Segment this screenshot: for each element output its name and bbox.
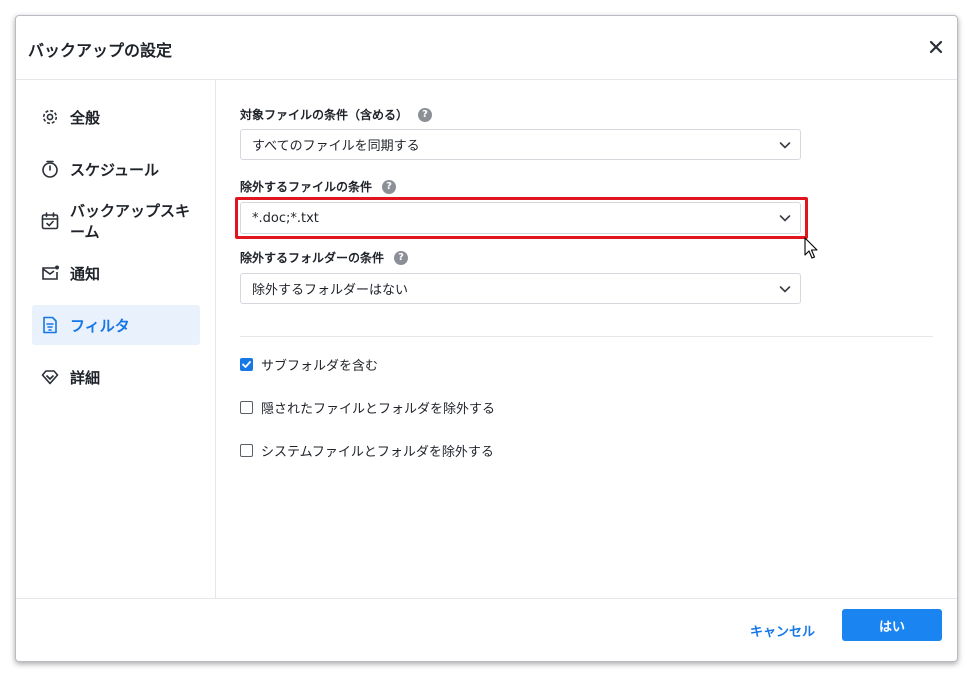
exclude-system-option[interactable]: システムファイルとフォルダを除外する: [240, 441, 494, 460]
sidebar-item-schedule[interactable]: スケジュール: [32, 149, 200, 189]
cancel-button[interactable]: キャンセル: [744, 615, 821, 645]
exclude-hidden-label: 隠されたファイルとフォルダを除外する: [261, 402, 496, 417]
exclude-files-label-text: 除外するファイルの条件: [240, 180, 373, 194]
diamond-icon: [40, 367, 60, 387]
filter-panel: 対象ファイルの条件（含める） ? すべてのファイルを同期する 除外するファイルの…: [216, 80, 957, 599]
calendar-check-icon: [40, 211, 60, 231]
close-button[interactable]: [925, 36, 947, 58]
backup-settings-dialog: バックアップの設定 全般 スケジュール バックアップスキーム 通知 フィルタ 詳…: [15, 15, 958, 662]
exclude-files-select[interactable]: *.doc;*.txt: [240, 202, 801, 234]
settings-sidebar: 全般 スケジュール バックアップスキーム 通知 フィルタ 詳細: [16, 80, 216, 599]
gear-icon: [40, 107, 60, 127]
filter-document-icon: [40, 315, 60, 335]
checkmark-icon: [242, 361, 251, 368]
exclude-folders-select[interactable]: 除外するフォルダーはない: [240, 273, 801, 304]
include-subfolders-option[interactable]: サブフォルダを含む: [240, 355, 378, 374]
exclude-hidden-option[interactable]: 隠されたファイルとフォルダを除外する: [240, 398, 495, 417]
include-subfolders-checkbox[interactable]: [240, 358, 253, 371]
close-icon: [929, 40, 943, 54]
exclude-hidden-checkbox[interactable]: [240, 401, 253, 414]
sidebar-item-notification[interactable]: 通知: [32, 253, 200, 293]
sidebar-item-general[interactable]: 全般: [32, 97, 200, 137]
sidebar-item-label: 全般: [70, 108, 101, 127]
chevron-down-icon: [779, 141, 791, 149]
section-divider: [240, 336, 933, 337]
timer-icon: [40, 159, 60, 179]
exclude-files-label: 除外するファイルの条件 ?: [240, 178, 397, 195]
include-files-select[interactable]: すべてのファイルを同期する: [240, 129, 801, 160]
dialog-title: バックアップの設定: [28, 41, 173, 60]
exclude-folders-value: 除外するフォルダーはない: [252, 283, 409, 298]
sidebar-item-label: スケジュール: [70, 160, 159, 179]
help-icon[interactable]: ?: [418, 107, 433, 122]
dialog-titlebar: バックアップの設定: [16, 16, 957, 80]
mail-notification-icon: [40, 263, 60, 283]
include-subfolders-label: サブフォルダを含む: [261, 359, 379, 374]
sidebar-item-label: 詳細: [70, 368, 101, 387]
include-files-label-text: 対象ファイルの条件（含める）: [240, 108, 409, 122]
sidebar-item-label: バックアップスキーム: [70, 202, 191, 241]
chevron-down-icon: [779, 215, 791, 222]
exclude-folders-label-text: 除外するフォルダーの条件: [240, 251, 385, 265]
exclude-files-value: *.doc;*.txt: [252, 210, 319, 226]
ok-button[interactable]: はい: [842, 609, 942, 641]
sidebar-item-label: フィルタ: [70, 316, 130, 335]
chevron-down-icon: [779, 285, 791, 293]
dialog-footer: キャンセル はい: [16, 598, 957, 661]
exclude-system-label: システムファイルとフォルダを除外する: [261, 445, 494, 460]
help-icon[interactable]: ?: [394, 250, 409, 265]
include-files-value: すべてのファイルを同期する: [252, 139, 420, 154]
help-icon[interactable]: ?: [382, 179, 397, 194]
include-files-label: 対象ファイルの条件（含める） ?: [240, 106, 433, 123]
exclude-folders-label: 除外するフォルダーの条件 ?: [240, 249, 409, 266]
sidebar-item-filter[interactable]: フィルタ: [32, 305, 200, 345]
exclude-system-checkbox[interactable]: [240, 444, 253, 457]
sidebar-item-label: 通知: [70, 264, 101, 283]
sidebar-item-backup-scheme[interactable]: バックアップスキーム: [32, 201, 200, 241]
sidebar-item-details[interactable]: 詳細: [32, 357, 200, 397]
